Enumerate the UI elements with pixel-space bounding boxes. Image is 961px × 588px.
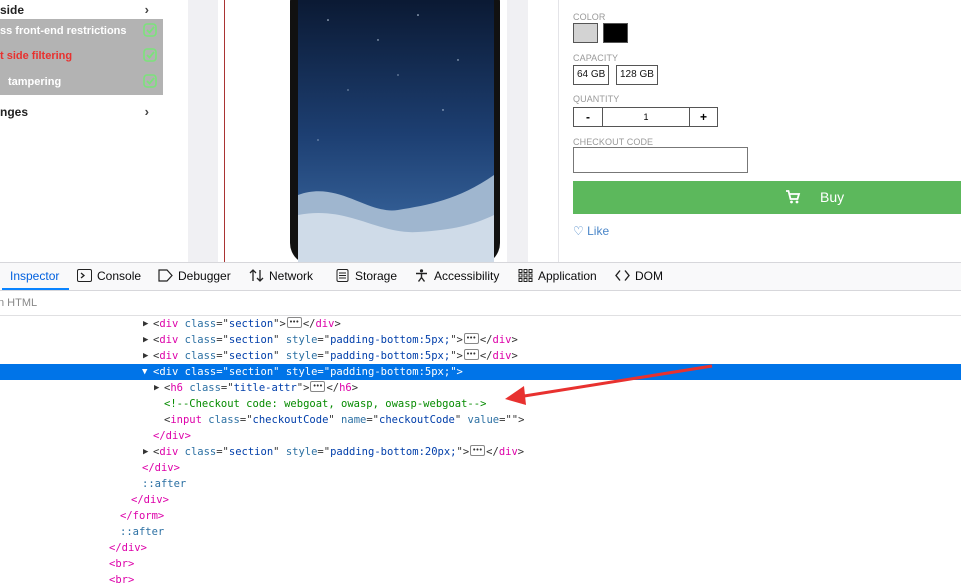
annotation-arrow xyxy=(505,364,713,405)
